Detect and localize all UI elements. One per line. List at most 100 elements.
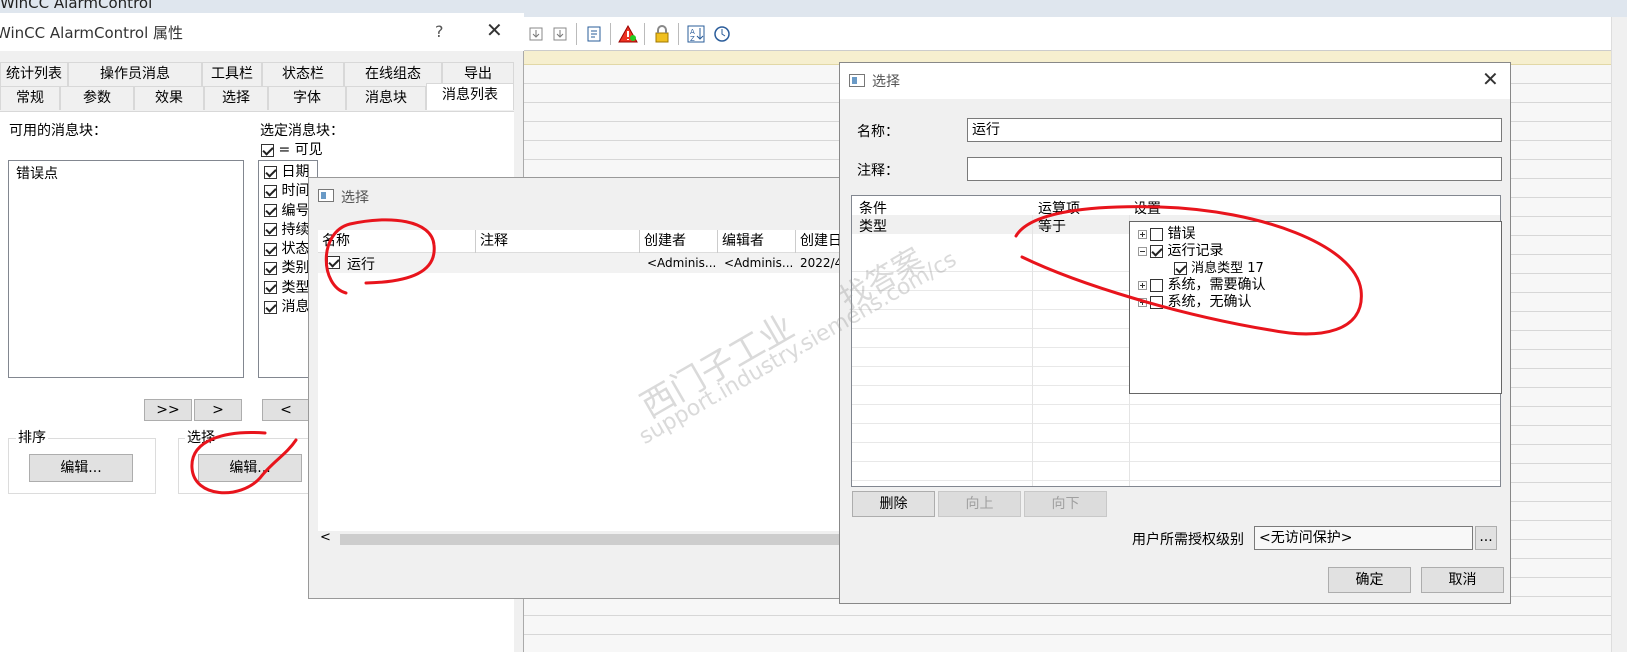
cancel-button[interactable]: 取消 — [1421, 567, 1504, 593]
tab-selection[interactable]: 选择 — [204, 86, 268, 110]
tree-item-label: 系统，无确认 — [1167, 294, 1252, 310]
editor-close-button[interactable]: ✕ — [1482, 67, 1499, 91]
remove-button[interactable]: < — [262, 399, 310, 421]
list-item[interactable]: 日期 — [264, 163, 309, 182]
row-checkbox[interactable] — [327, 256, 340, 269]
visible-checkbox[interactable] — [264, 223, 277, 237]
properties-title: WinCC AlarmControl 属性 — [0, 24, 184, 42]
toolbar: AZ — [520, 17, 1620, 51]
scroll-left-arrow[interactable]: < — [320, 530, 331, 545]
comment-label: 注释： — [857, 163, 899, 179]
tree-checkbox[interactable] — [1150, 227, 1163, 241]
visible-legend-text: = 可见 — [278, 142, 323, 158]
tab-row-2: 常规 参数 效果 选择 字体 消息块 消息列表 — [0, 83, 514, 110]
collapse-icon[interactable] — [1138, 246, 1147, 256]
window-icon — [318, 189, 334, 202]
item-label: 持续 — [281, 221, 310, 238]
visible-legend: = 可见 — [261, 139, 323, 159]
list-item[interactable]: 类型 — [264, 279, 309, 298]
visible-checkbox[interactable] — [264, 204, 277, 218]
editor-title: 选择 — [872, 74, 900, 90]
lock-icon[interactable] — [650, 22, 674, 46]
properties-title-bar: WinCC AlarmControl 属性 ? ✕ — [0, 13, 524, 51]
visible-checkbox[interactable] — [264, 165, 277, 179]
tab-operator-messages[interactable]: 操作员消息 — [68, 62, 202, 86]
available-list[interactable]: 错误点 — [8, 160, 244, 378]
move-down-button[interactable]: 向下 — [1024, 491, 1107, 517]
add-all-button[interactable]: >> — [144, 399, 192, 421]
alarm-warning-icon[interactable] — [616, 22, 640, 46]
delete-button[interactable]: 删除 — [852, 491, 935, 517]
visible-checkbox[interactable] — [264, 184, 277, 198]
sort-icon[interactable]: AZ — [684, 22, 708, 46]
tree-checkbox[interactable] — [1150, 295, 1163, 309]
table-row[interactable]: 运行 <Adminis... <Adminis... 2022/4 — [318, 253, 844, 273]
tab-effects[interactable]: 效果 — [134, 86, 204, 110]
cell-operator[interactable]: 等于 — [1038, 216, 1066, 236]
list-item[interactable]: 编号 — [264, 202, 309, 221]
auth-browse-button[interactable]: ... — [1475, 526, 1497, 550]
table-header: 名称 注释 创建者 编辑者 创建日 — [318, 230, 844, 253]
column-header-comment[interactable]: 注释 — [476, 230, 640, 253]
list-item[interactable]: 错误点 — [9, 161, 243, 185]
message-class-tree[interactable]: 错误 运行记录 消息类型 17 系统，需要确认 系统，无确认 — [1129, 221, 1502, 394]
list-item[interactable]: 类别 — [264, 259, 309, 278]
tab-toolbar[interactable]: 工具栏 — [202, 62, 262, 86]
visible-checkbox[interactable] — [264, 300, 277, 314]
expand-icon[interactable] — [1138, 280, 1147, 290]
tree-item-system-no-ack[interactable]: 系统，无确认 — [1138, 291, 1251, 311]
name-input[interactable]: 运行 — [967, 118, 1502, 142]
tab-general[interactable]: 常规 — [0, 86, 60, 110]
auth-level-field[interactable]: <无访问保护> — [1254, 526, 1473, 550]
vertical-scrollbar[interactable] — [1611, 17, 1627, 652]
condition-grid: 条件 运算项 设置 类型 等于 错误 运行记录 消息类型 17 系统，需要确认 … — [851, 195, 1502, 487]
ok-button[interactable]: 确定 — [1328, 567, 1411, 593]
select-edit-button[interactable]: 编辑... — [198, 454, 302, 482]
column-header-editor[interactable]: 编辑者 — [718, 230, 796, 253]
tree-checkbox[interactable] — [1150, 278, 1163, 292]
tab-statusbar[interactable]: 状态栏 — [262, 62, 344, 86]
selection-dialog-title: 选择 — [341, 190, 369, 206]
column-header-name[interactable]: 名称 — [318, 230, 476, 253]
help-button[interactable]: ? — [435, 22, 444, 41]
sort-group-label: 排序 — [16, 427, 48, 447]
properties-icon[interactable] — [582, 22, 606, 46]
tab-font[interactable]: 字体 — [268, 86, 346, 110]
tab-statistics[interactable]: 统计列表 — [0, 62, 68, 86]
window-icon — [849, 74, 865, 87]
visible-checkbox[interactable] — [264, 261, 277, 275]
tree-checkbox[interactable] — [1150, 244, 1163, 258]
item-label: 时间 — [281, 183, 310, 200]
item-label: 编号 — [281, 202, 310, 219]
move-up-button[interactable]: 向上 — [938, 491, 1021, 517]
item-label: 日期 — [281, 164, 310, 180]
expand-icon[interactable] — [1138, 229, 1147, 239]
name-label: 名称： — [857, 124, 899, 140]
list-item[interactable]: 持续 — [264, 221, 309, 240]
sort-edit-button[interactable]: 编辑... — [29, 454, 133, 482]
column-header-created[interactable]: 创建日 — [796, 230, 844, 253]
list-item[interactable]: 状态 — [264, 240, 309, 259]
tab-message-blocks[interactable]: 消息块 — [346, 86, 426, 110]
list-item[interactable]: 时间 — [264, 182, 309, 201]
close-button[interactable]: ✕ — [486, 18, 503, 42]
column-header-creator[interactable]: 创建者 — [640, 230, 718, 253]
tab-parameters[interactable]: 参数 — [60, 86, 134, 110]
selection-dialog: 选择 名称 注释 创建者 编辑者 创建日 运行 <Adminis... <Adm… — [308, 177, 844, 599]
checkbox-icon — [261, 143, 274, 157]
export-icon[interactable] — [548, 22, 572, 46]
import-icon[interactable] — [524, 22, 548, 46]
grid-header: 条件 运算项 设置 — [852, 196, 1500, 217]
list-item[interactable]: 消息 — [264, 298, 309, 317]
expand-icon[interactable] — [1138, 297, 1147, 307]
horizontal-scrollbar[interactable]: < — [318, 530, 844, 548]
visible-checkbox[interactable] — [264, 281, 277, 295]
visible-checkbox[interactable] — [264, 242, 277, 256]
tab-message-list[interactable]: 消息列表 — [426, 83, 514, 110]
comment-input[interactable] — [967, 157, 1502, 181]
add-button[interactable]: > — [194, 399, 242, 421]
scroll-thumb[interactable] — [340, 534, 844, 545]
selection-table: 名称 注释 创建者 编辑者 创建日 运行 <Adminis... <Admini… — [318, 230, 844, 548]
time-base-icon[interactable] — [710, 22, 734, 46]
item-label: 类型 — [281, 279, 310, 296]
